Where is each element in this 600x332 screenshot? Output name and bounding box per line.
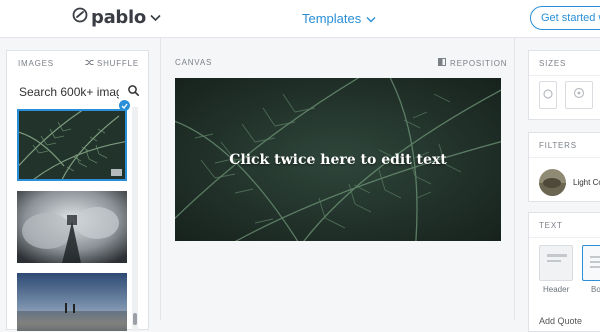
- pinterest-icon: [543, 86, 553, 104]
- logo-mark-icon: [72, 7, 88, 28]
- chevron-down-icon: [366, 11, 376, 26]
- image-thumbnail-beach[interactable]: [17, 273, 127, 331]
- get-started-button[interactable]: Get started w: [530, 6, 600, 30]
- images-scrollbar[interactable]: [132, 107, 138, 331]
- images-scrollbar-thumb[interactable]: [133, 313, 137, 325]
- shuffle-icon: [85, 59, 94, 68]
- shuffle-label: SHUFFLE: [96, 59, 139, 68]
- reposition-label: REPOSITION: [450, 58, 508, 68]
- filters-panel: FILTERS Light Co: [528, 132, 600, 202]
- editor-canvas[interactable]: Click twice here to edit text: [175, 78, 501, 241]
- search-icon[interactable]: [128, 83, 139, 101]
- divider: [529, 75, 600, 76]
- text-line: [590, 261, 600, 263]
- text-line: [590, 266, 600, 268]
- filter-preview[interactable]: [539, 169, 566, 196]
- templates-label: Templates: [302, 11, 362, 26]
- logo[interactable]: pablo: [72, 7, 161, 28]
- image-search: [19, 84, 139, 100]
- text-line: [547, 254, 567, 257]
- size-option-portrait[interactable]: [539, 81, 557, 109]
- templates-menu[interactable]: Templates: [302, 11, 376, 26]
- divider: [529, 237, 600, 238]
- canvas-title: CANVAS: [175, 58, 213, 67]
- image-results: [17, 107, 127, 331]
- text-style-header-label: Header: [543, 285, 570, 294]
- image-thumbnail-clouds[interactable]: [17, 191, 127, 263]
- shuffle-button[interactable]: SHUFFLE: [85, 59, 139, 68]
- divider: [529, 157, 600, 158]
- images-panel: IMAGES SHUFFLE: [6, 50, 149, 331]
- filters-panel-title: FILTERS: [539, 141, 577, 150]
- text-line: [547, 260, 561, 262]
- panel-divider: [514, 38, 515, 320]
- image-thumbnail-fern[interactable]: [17, 109, 127, 181]
- add-quote-link[interactable]: Add Quote: [539, 316, 582, 326]
- text-panel-title: TEXT: [539, 221, 563, 230]
- reposition-button[interactable]: REPOSITION: [438, 58, 507, 68]
- text-panel: TEXT Header Bo Add Quote: [528, 212, 600, 332]
- size-option-square[interactable]: [565, 81, 593, 109]
- search-input[interactable]: [19, 85, 119, 99]
- text-style-header[interactable]: [539, 245, 573, 281]
- images-panel-title: IMAGES: [18, 59, 54, 68]
- sizes-panel-title: SIZES: [539, 59, 567, 68]
- panel-divider: [160, 38, 161, 320]
- instagram-icon: [573, 86, 585, 104]
- filter-name[interactable]: Light Co: [573, 178, 600, 187]
- selected-check-icon: [119, 100, 130, 111]
- canvas-text-overlay[interactable]: Click twice here to edit text: [175, 78, 501, 241]
- text-line: [590, 256, 600, 258]
- top-bar: pablo Templates Get started w: [0, 0, 600, 38]
- reposition-icon: [438, 58, 446, 68]
- logo-text: pablo: [91, 7, 146, 28]
- sizes-panel: SIZES: [528, 50, 600, 120]
- text-style-body[interactable]: [582, 245, 600, 281]
- chevron-down-icon[interactable]: [150, 9, 161, 27]
- text-style-body-label: Bo: [591, 285, 600, 294]
